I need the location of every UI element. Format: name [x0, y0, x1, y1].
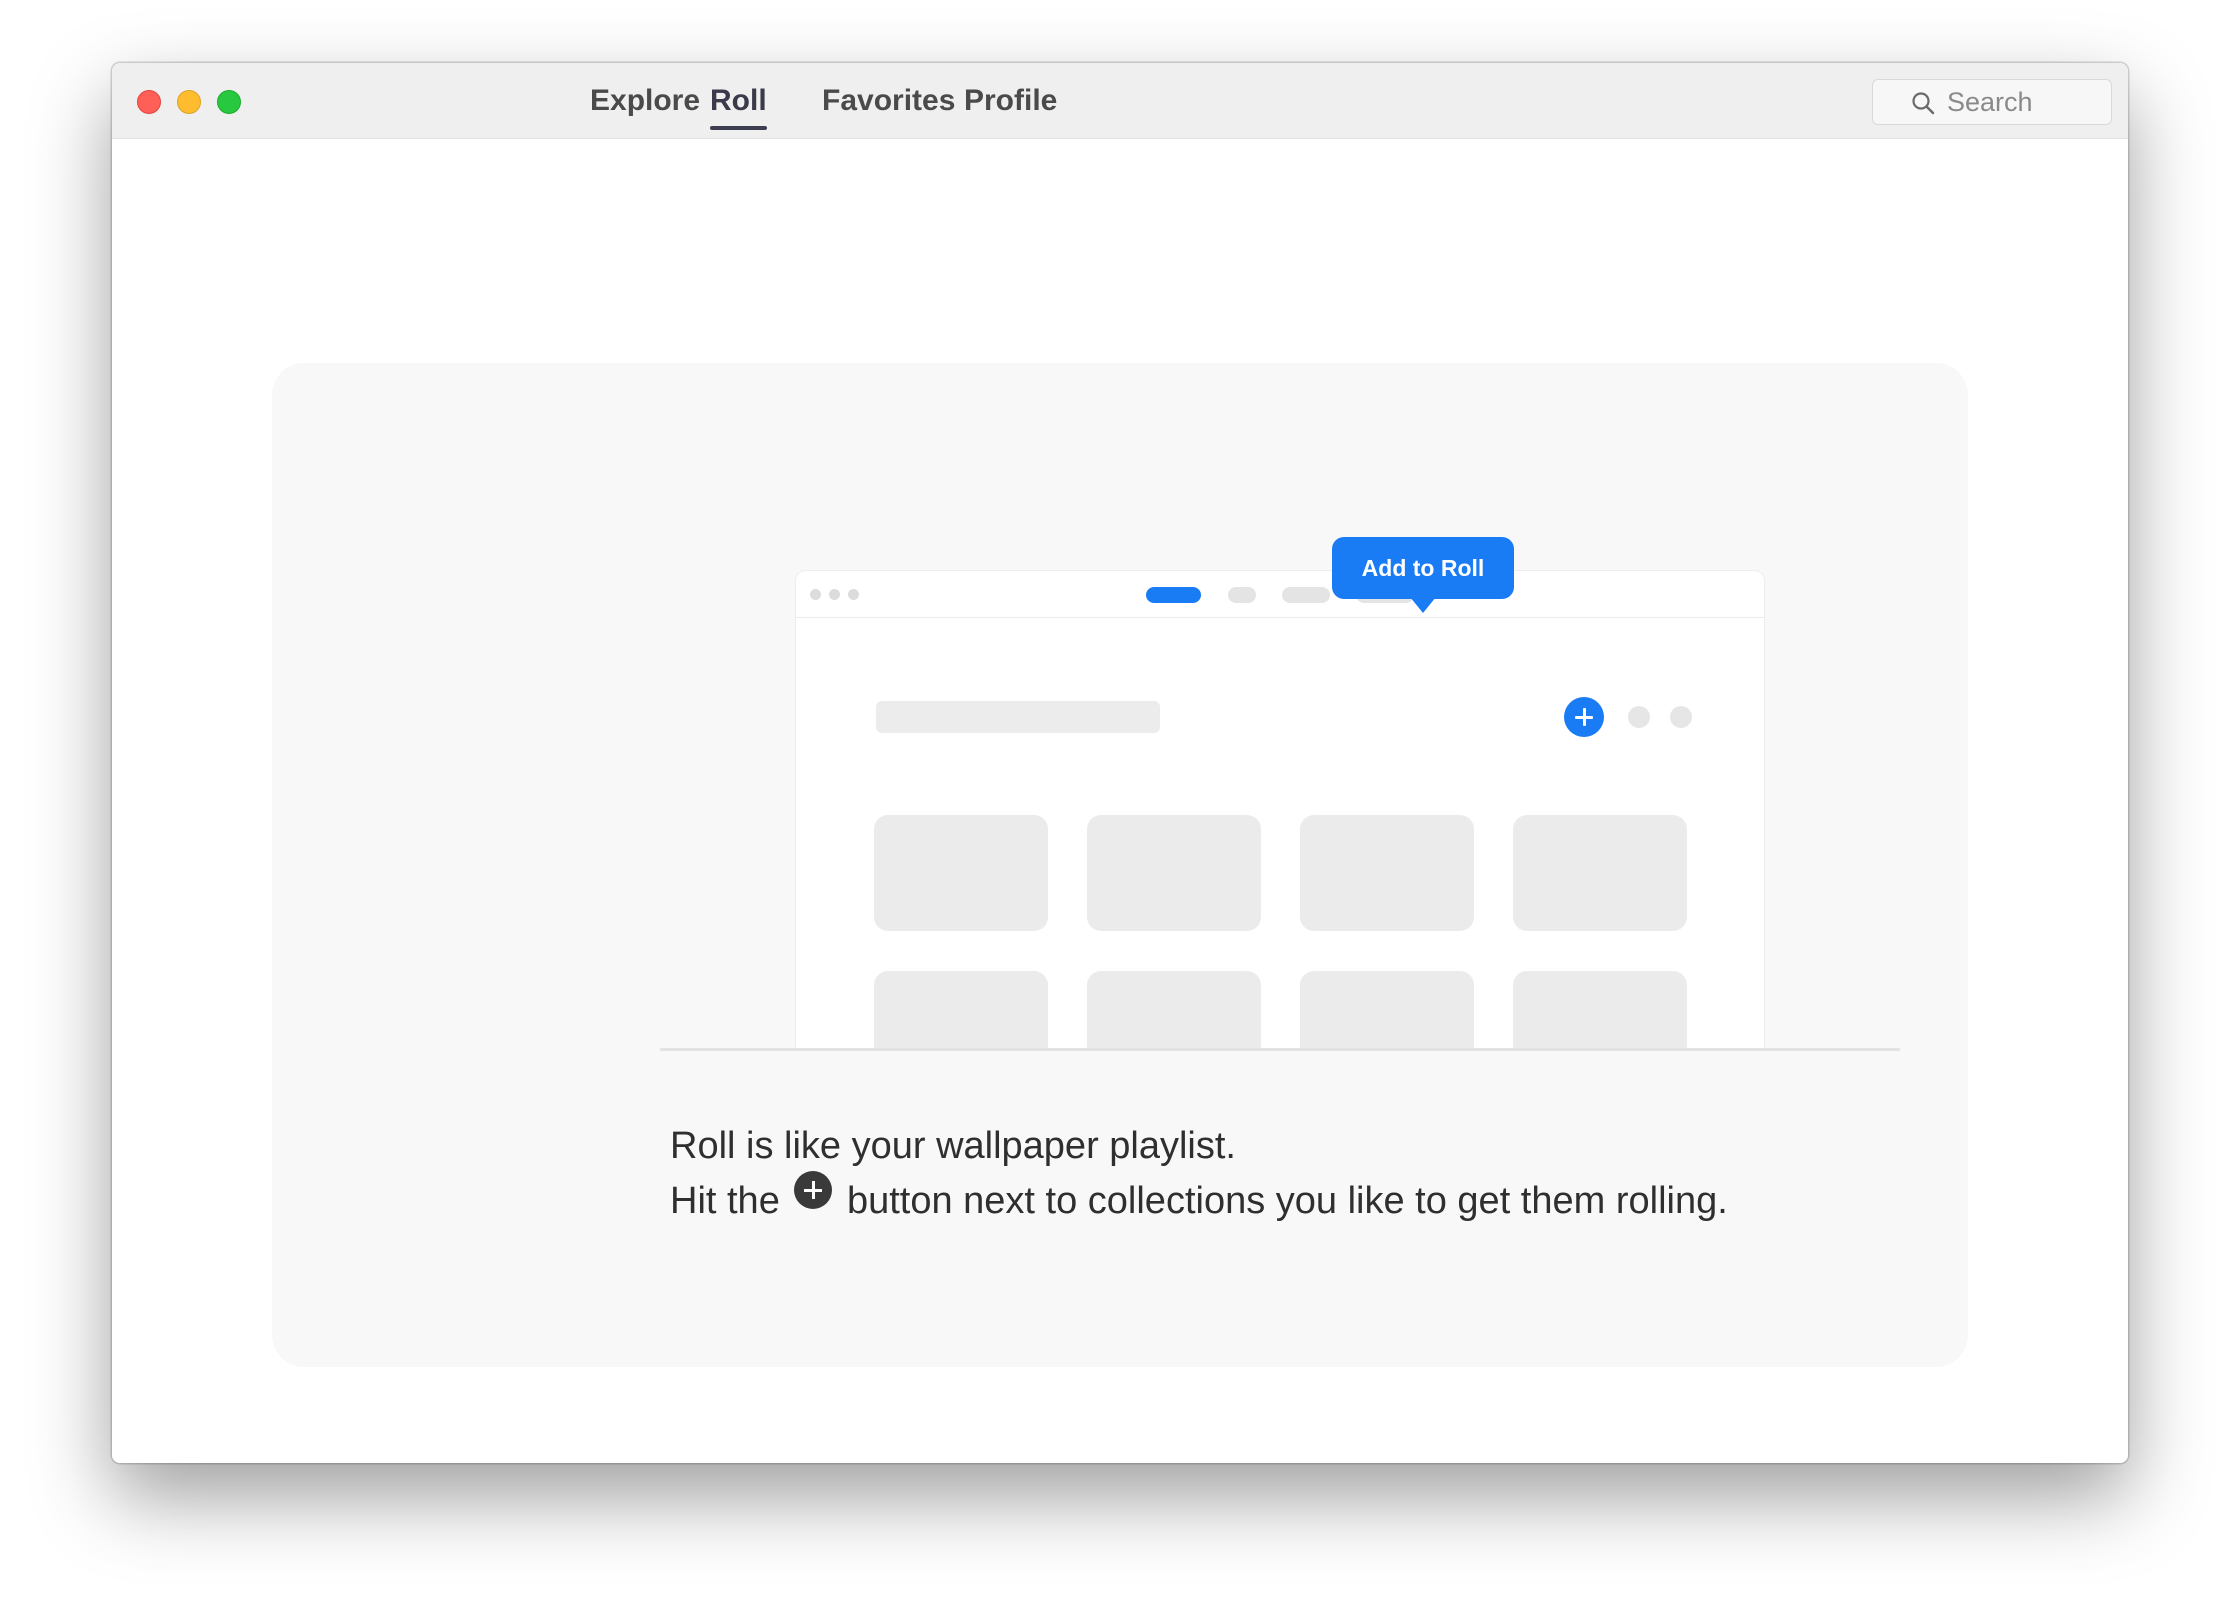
illustration-tile: [1300, 815, 1474, 931]
tab-favorites-label: Favorites: [822, 84, 956, 117]
illustration-tile: [1087, 815, 1261, 931]
message-line-2-start: Hit the: [670, 1180, 780, 1222]
search-icon: [1912, 92, 1935, 115]
add-to-roll-tooltip: Add to Roll: [1332, 537, 1514, 613]
tab-roll-label: Roll: [710, 84, 767, 117]
tab-favorites[interactable]: Favorites: [822, 81, 955, 121]
illustration-tile: [1513, 815, 1687, 931]
illustration-tile: [1513, 971, 1687, 1049]
tab-explore-label: Explore: [590, 84, 701, 117]
illustration-dot: [848, 589, 859, 600]
main-content: Roll is like your wallpaper playlist. Hi…: [112, 139, 2128, 1463]
app-window: Explore Roll Favorites Profile Search Ro…: [112, 63, 2128, 1463]
plus-circle-icon: [794, 1171, 833, 1209]
search-box[interactable]: [1872, 79, 2112, 125]
illustration-title-bar: [796, 571, 1764, 618]
illustration-tab: [1282, 587, 1330, 603]
illustration-window: [796, 571, 1764, 1049]
empty-state-message: Roll is like your wallpaper playlist. Hi…: [670, 1121, 1728, 1226]
illustration-tile: [1300, 971, 1474, 1049]
illustration-ground-line: [660, 1048, 1900, 1051]
search-input[interactable]: [1947, 84, 2097, 120]
tab-explore[interactable]: Explore: [590, 81, 700, 121]
message-line-2-end: button next to collections you like to g…: [846, 1180, 1728, 1222]
illustration-dot: [829, 589, 840, 600]
illustration-circle: [1670, 706, 1692, 728]
plus-circle-icon: [1564, 697, 1604, 737]
illustration-circle: [1628, 706, 1650, 728]
tab-profile[interactable]: Profile: [964, 81, 1057, 121]
illustration-tile: [1087, 971, 1261, 1049]
message-line-2: Hit the button next to collections you l…: [670, 1171, 1728, 1226]
title-bar: Explore Roll Favorites Profile: [112, 63, 2128, 139]
empty-state-card: Roll is like your wallpaper playlist. Hi…: [272, 363, 1968, 1367]
nav-tabs: Explore Roll Favorites Profile: [112, 63, 2128, 138]
tab-profile-label: Profile: [964, 84, 1058, 117]
active-tab-indicator: [710, 126, 767, 130]
illustration-tab: [1228, 587, 1256, 603]
message-line-1: Roll is like your wallpaper playlist.: [670, 1125, 1236, 1167]
tab-roll[interactable]: Roll: [710, 81, 767, 130]
illustration-title-placeholder: [876, 701, 1160, 733]
illustration-tile: [874, 971, 1048, 1049]
illustration-tile: [874, 815, 1048, 931]
illustration-active-tab: [1146, 587, 1201, 603]
illustration-dot: [810, 589, 821, 600]
